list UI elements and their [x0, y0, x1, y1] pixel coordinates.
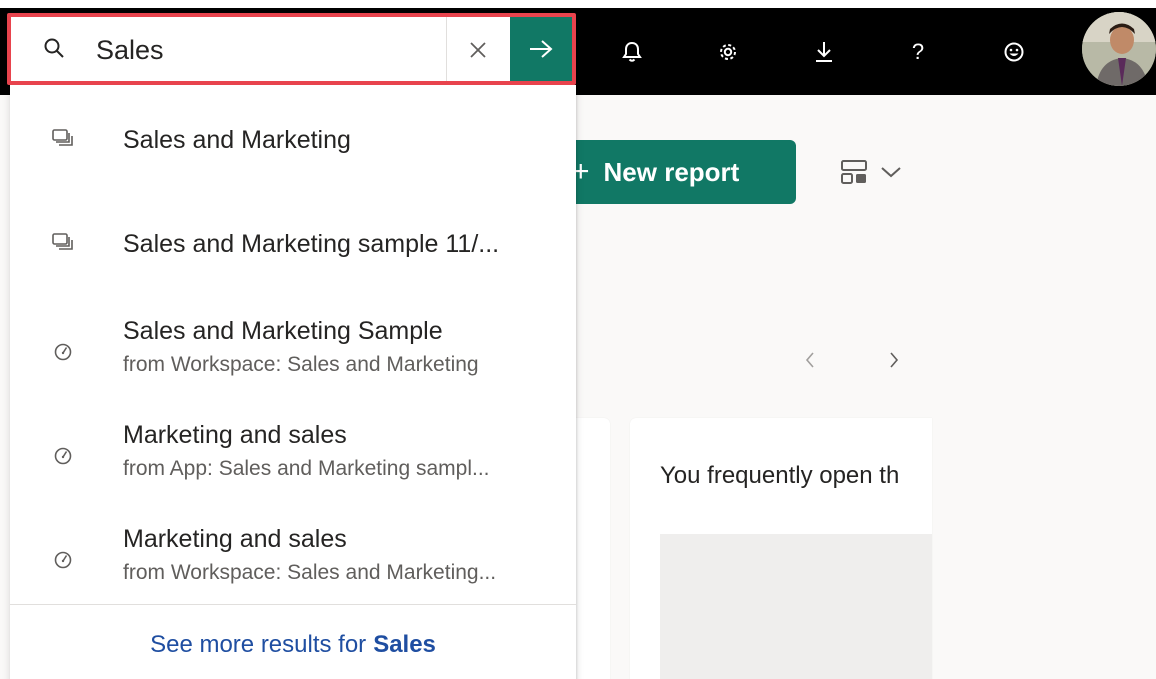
- result-title: Marketing and sales: [123, 525, 347, 553]
- chevron-down-icon: [881, 167, 901, 178]
- download-icon: [816, 41, 832, 62]
- result-subtitle: from Workspace: Sales and Marketing...: [123, 561, 497, 584]
- search-icon: [42, 36, 66, 65]
- dashboard-icon: [50, 443, 76, 469]
- chevron-left-icon: [805, 352, 814, 368]
- close-icon: [470, 42, 486, 58]
- search-divider: [446, 17, 447, 81]
- dropdown-divider: [10, 604, 576, 605]
- settings-button[interactable]: [708, 8, 748, 95]
- notifications-button[interactable]: [612, 8, 652, 95]
- view-layout-dropdown[interactable]: [840, 148, 928, 196]
- result-title: Sales and Marketing: [123, 126, 351, 154]
- avatar-photo: [1082, 12, 1156, 86]
- bell-icon: [622, 41, 642, 62]
- search-input[interactable]: [96, 30, 436, 70]
- search-result-item[interactable]: Marketing and sales from App: Sales and …: [10, 407, 576, 497]
- carousel-prev-button[interactable]: [796, 340, 824, 380]
- result-title: Marketing and sales: [123, 421, 347, 449]
- help-button[interactable]: ?: [898, 8, 938, 95]
- search-submit-button[interactable]: [510, 17, 572, 81]
- clear-search-button[interactable]: [452, 20, 504, 80]
- gear-icon: [720, 43, 736, 60]
- carousel-next-button[interactable]: [880, 340, 908, 380]
- see-more-results-link[interactable]: See more results for Sales: [10, 615, 576, 675]
- feedback-button[interactable]: [994, 8, 1034, 95]
- account-avatar[interactable]: [1082, 12, 1156, 86]
- chevron-right-icon: [890, 352, 899, 368]
- result-title: Sales and Marketing Sample: [123, 317, 443, 345]
- result-subtitle: from Workspace: Sales and Marketing: [123, 353, 479, 376]
- see-more-term: Sales: [373, 631, 436, 658]
- search-result-item[interactable]: Sales and Marketing sample 11/...: [10, 197, 576, 287]
- report-icon: [50, 125, 76, 151]
- top-strip: [0, 0, 1156, 8]
- result-title: Sales and Marketing sample 11/...: [123, 230, 500, 258]
- result-subtitle: from App: Sales and Marketing sampl...: [123, 457, 490, 480]
- recommended-card[interactable]: You frequently open th: [630, 418, 932, 679]
- dashboard-icon: [50, 547, 76, 573]
- arrow-right-icon: [530, 40, 553, 58]
- download-button[interactable]: [804, 8, 844, 95]
- dashboard-icon: [50, 339, 76, 365]
- card-thumbnail: [660, 534, 932, 679]
- search-results-dropdown: Sales and Marketing Sales and Marketing …: [10, 85, 576, 679]
- new-report-button[interactable]: + New report: [548, 140, 796, 204]
- search-result-item[interactable]: Marketing and sales from Workspace: Sale…: [10, 511, 576, 601]
- search-result-item[interactable]: Sales and Marketing: [10, 93, 576, 183]
- new-report-label: New report: [603, 156, 740, 187]
- card-description: You frequently open th: [660, 462, 900, 489]
- see-more-prefix: See more results for: [150, 631, 367, 658]
- report-icon: [50, 229, 76, 255]
- search-result-item[interactable]: Sales and Marketing Sample from Workspac…: [10, 303, 576, 393]
- layout-icon: [841, 160, 867, 184]
- help-icon: ?: [911, 38, 925, 64]
- smiley-icon: [1004, 42, 1024, 61]
